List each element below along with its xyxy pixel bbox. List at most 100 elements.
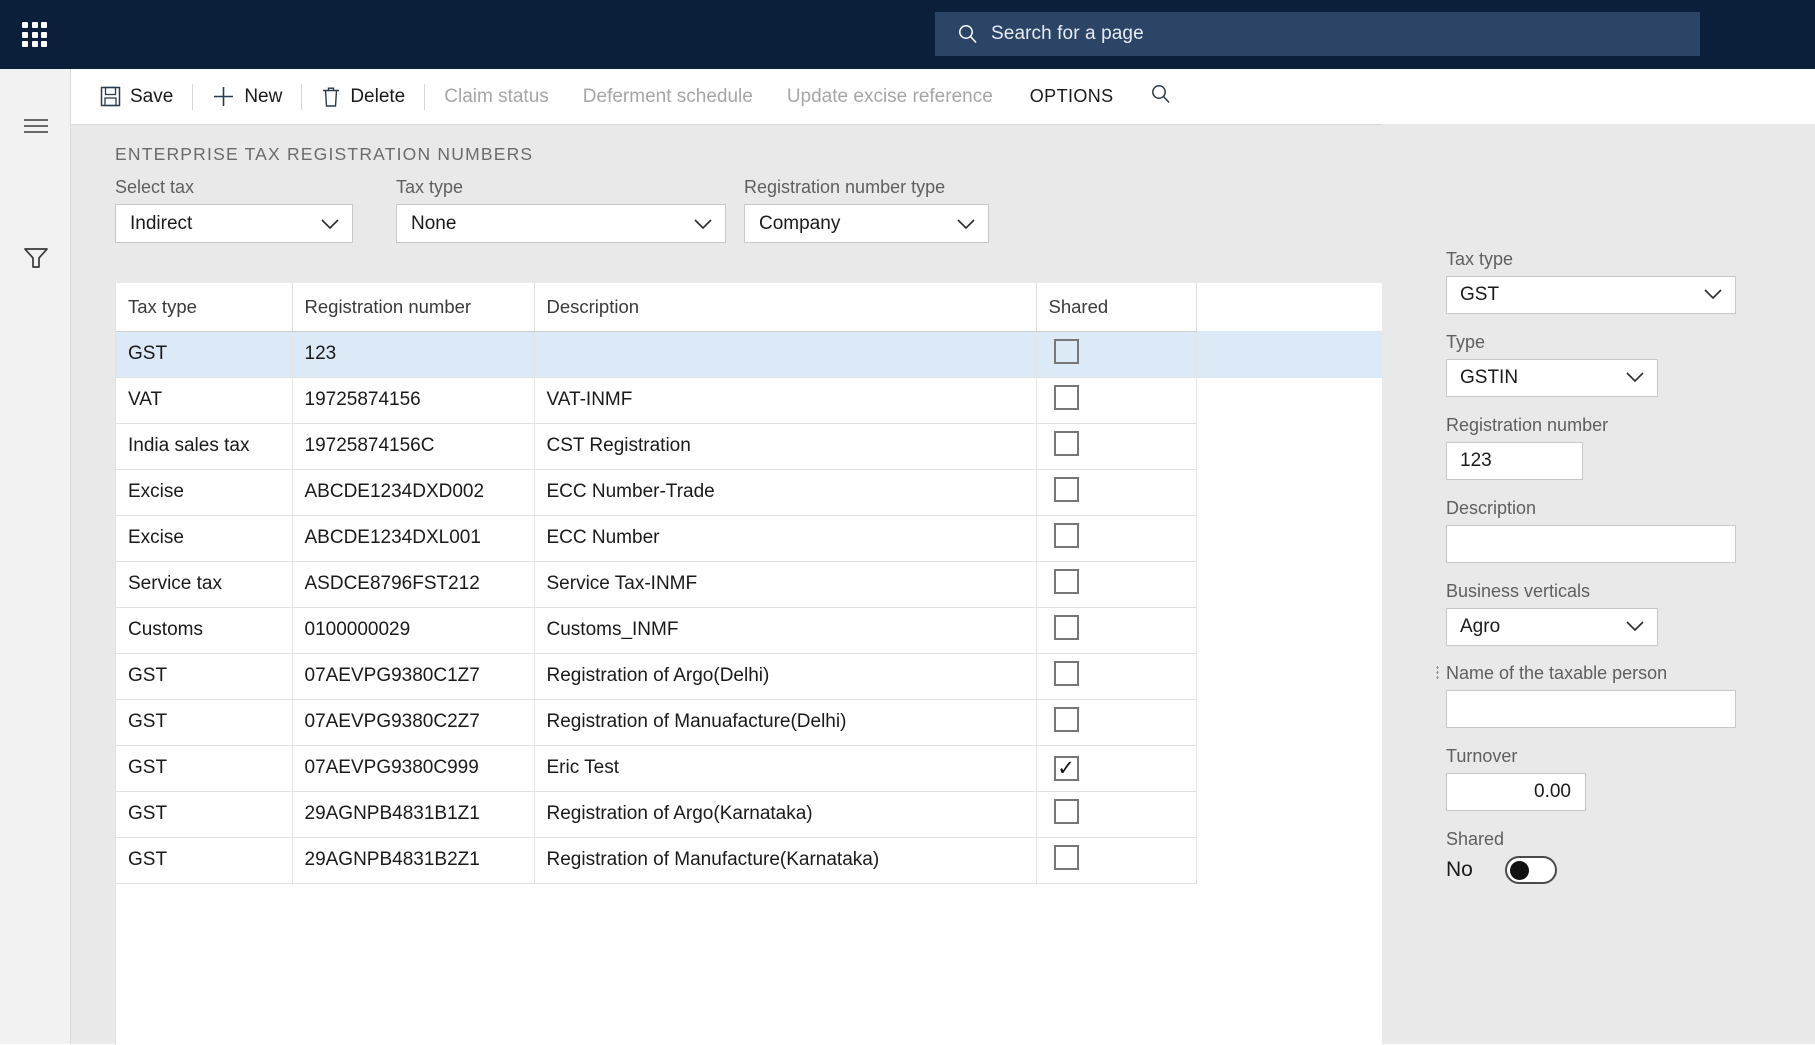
detail-tax-type-field: Tax type GST (1446, 249, 1736, 314)
table-row[interactable]: GST 07AEVPG9380C2Z7 Registration of Manuaf… (116, 699, 1197, 746)
app-launcher-icon[interactable] (18, 18, 52, 52)
detail-description-input[interactable] (1446, 525, 1736, 563)
cell-tax-type[interactable]: India sales tax (116, 423, 293, 470)
detail-registration-number-label: Registration number (1446, 415, 1609, 435)
checkbox-unchecked-icon[interactable] (1053, 522, 1079, 548)
table-row[interactable]: Service tax ASDCE8796FST212 Service Tax-IN… (116, 561, 1197, 608)
checkbox-checked-icon[interactable]: ✓ (1053, 755, 1079, 781)
cell-tax-type[interactable]: GST (116, 837, 293, 884)
toolbar-search-button[interactable] (1134, 69, 1188, 124)
checkbox-unchecked-icon[interactable] (1053, 844, 1079, 870)
cell-description[interactable]: Customs_INMF (534, 607, 1037, 654)
cell-description[interactable]: Service Tax-INMF (534, 561, 1037, 608)
checkbox-unchecked-icon[interactable] (1053, 476, 1079, 502)
new-button[interactable]: New (195, 69, 299, 124)
checkbox-unchecked-icon[interactable] (1053, 706, 1079, 732)
table-row[interactable]: VAT 19725874156 VAT-INMF (116, 377, 1197, 424)
table-row[interactable]: India sales tax 19725874156C CST Registrat… (116, 423, 1197, 470)
detail-type-dropdown[interactable]: GSTIN (1446, 359, 1658, 397)
page-search-box[interactable]: Search for a page (935, 12, 1700, 56)
cell-description[interactable]: Registration of Manufacture(Karnataka) (534, 837, 1037, 884)
table-row[interactable]: GST 29AGNPB4831B2Z1 Registration of Manufa… (116, 837, 1197, 884)
cell-description[interactable]: Registration of Manuafacture(Delhi) (534, 699, 1037, 746)
table-row[interactable]: GST 07AEVPG9380C999 Eric Test ✓ (116, 745, 1197, 792)
cell-tax-type[interactable]: Service tax (116, 561, 293, 608)
table-row[interactable]: Excise ABCDE1234DXD002 ECC Number-Trade (116, 469, 1197, 516)
cell-registration-number[interactable]: 19725874156 (292, 377, 535, 424)
detail-tax-type-label: Tax type (1446, 249, 1514, 269)
cell-tax-type[interactable]: GST (116, 791, 293, 838)
cell-tax-type[interactable]: VAT (116, 377, 293, 424)
cell-description[interactable]: Registration of Argo(Karnataka) (534, 791, 1037, 838)
options-tab[interactable]: OPTIONS (1010, 69, 1134, 124)
registration-number-type-dropdown[interactable]: Company (744, 204, 989, 243)
cell-description[interactable]: VAT-INMF (534, 377, 1037, 424)
cell-description[interactable]: ECC Number-Trade (534, 469, 1037, 516)
cell-description[interactable]: Registration of Argo(Delhi) (534, 653, 1037, 700)
table-row[interactable]: GST 123 (116, 331, 1197, 378)
shared-toggle-switch[interactable] (1504, 856, 1557, 884)
table-row[interactable]: Excise ABCDE1234DXL001 ECC Number (116, 515, 1197, 562)
detail-turnover-input[interactable]: 0.00 (1446, 773, 1586, 811)
detail-business-verticals-dropdown[interactable]: Agro (1446, 608, 1658, 646)
column-header-shared[interactable]: Shared (1036, 283, 1197, 332)
new-label: New (244, 85, 283, 107)
detail-taxable-person-input[interactable] (1446, 690, 1736, 728)
action-pane-toolbar: Save New Delete Claim status Deferment s… (71, 69, 1815, 124)
table-body: GST 123 VAT 19725874156 VAT-INMF India sales … (116, 331, 1197, 884)
cell-registration-number[interactable]: 0100000029 (292, 607, 535, 654)
cell-registration-number[interactable]: 07AEVPG9380C999 (292, 745, 535, 792)
cell-registration-number[interactable]: 07AEVPG9380C2Z7 (292, 699, 535, 746)
table-row[interactable]: GST 07AEVPG9380C1Z7 Registration of Argo(D… (116, 653, 1197, 700)
search-icon (957, 23, 979, 45)
tax-type-filter-dropdown[interactable]: None (396, 204, 726, 243)
cell-description[interactable] (534, 331, 1037, 378)
detail-registration-number-input[interactable]: 123 (1446, 442, 1583, 480)
save-button[interactable]: Save (83, 69, 190, 124)
cell-registration-number[interactable]: 29AGNPB4831B1Z1 (292, 791, 535, 838)
cell-registration-number[interactable]: ASDCE8796FST212 (292, 561, 535, 608)
checkbox-unchecked-icon[interactable] (1053, 568, 1079, 594)
table-row[interactable]: GST 29AGNPB4831B1Z1 Registration of Argo(K… (116, 791, 1197, 838)
cell-registration-number[interactable]: 123 (292, 331, 535, 378)
select-tax-field: Select tax Indirect (115, 177, 353, 243)
checkbox-unchecked-icon[interactable] (1053, 798, 1079, 824)
column-header-tax-type[interactable]: Tax type (116, 283, 293, 332)
cell-description[interactable]: CST Registration (534, 423, 1037, 470)
toolbar-divider (301, 83, 303, 110)
checkmark-icon: ✓ (1057, 756, 1075, 780)
cell-tax-type[interactable]: Excise (116, 469, 293, 516)
filter-funnel-icon[interactable] (0, 229, 71, 287)
checkbox-unchecked-icon[interactable] (1053, 384, 1079, 410)
column-header-description[interactable]: Description (534, 283, 1037, 332)
cell-tax-type[interactable]: Customs (116, 607, 293, 654)
cell-registration-number[interactable]: 29AGNPB4831B2Z1 (292, 837, 535, 884)
registration-number-type-value: Company (759, 212, 841, 234)
select-tax-dropdown[interactable]: Indirect (115, 204, 353, 243)
checkbox-unchecked-icon[interactable] (1053, 338, 1079, 364)
checkbox-unchecked-icon[interactable] (1053, 660, 1079, 686)
cell-tax-type[interactable]: GST (116, 653, 293, 700)
cell-registration-number[interactable]: ABCDE1234DXL001 (292, 515, 535, 562)
cell-tax-type[interactable]: GST (116, 331, 293, 378)
cell-registration-number[interactable]: 19725874156C (292, 423, 535, 470)
checkbox-unchecked-icon[interactable] (1053, 430, 1079, 456)
claim-status-button[interactable]: Claim status (427, 69, 566, 124)
column-header-registration-number[interactable]: Registration number (292, 283, 535, 332)
detail-description-label: Description (1446, 498, 1537, 518)
cell-tax-type[interactable]: GST (116, 699, 293, 746)
cell-registration-number[interactable]: 07AEVPG9380C1Z7 (292, 653, 535, 700)
cell-description[interactable]: ECC Number (534, 515, 1037, 562)
deferment-schedule-button[interactable]: Deferment schedule (566, 69, 770, 124)
cell-description[interactable]: Eric Test (534, 745, 1037, 792)
delete-button[interactable]: Delete (304, 69, 422, 124)
hamburger-menu-icon[interactable] (0, 97, 71, 155)
detail-tax-type-dropdown[interactable]: GST (1446, 276, 1736, 314)
cell-tax-type[interactable]: Excise (116, 515, 293, 562)
update-excise-reference-button[interactable]: Update excise reference (770, 69, 1010, 124)
cell-tax-type[interactable]: GST (116, 745, 293, 792)
cell-registration-number[interactable]: ABCDE1234DXD002 (292, 469, 535, 516)
table-row[interactable]: Customs 0100000029 Customs_INMF (116, 607, 1197, 654)
checkbox-unchecked-icon[interactable] (1053, 614, 1079, 640)
table-header-row: Tax type Registration number Description… (116, 283, 1197, 332)
